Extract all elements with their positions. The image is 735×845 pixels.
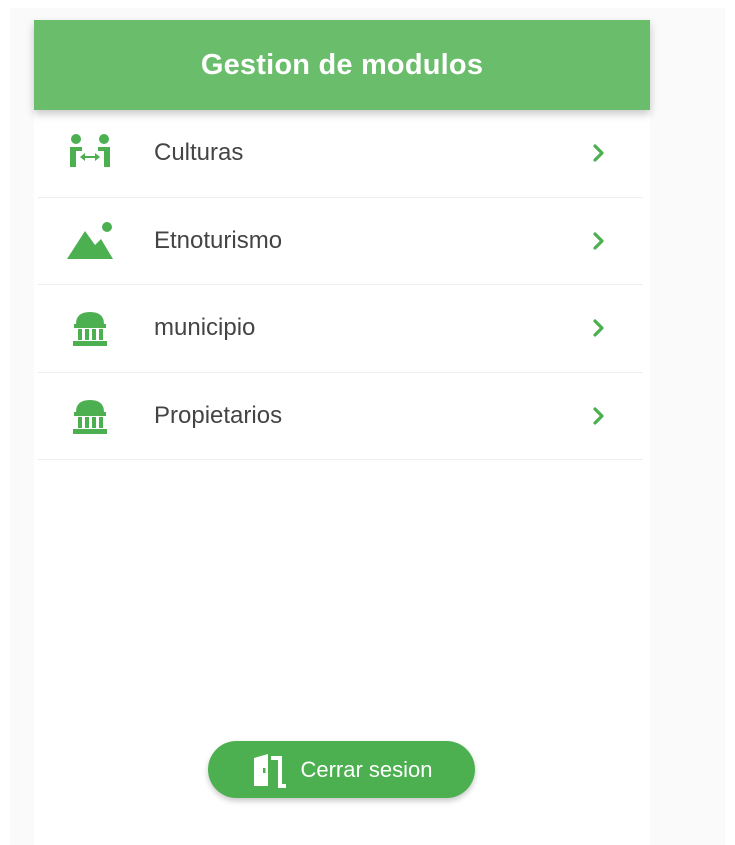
logout-button[interactable]: Cerrar sesion [208, 741, 475, 798]
app-header: Gestion de modulos [34, 20, 650, 110]
module-label: municipio [154, 314, 256, 342]
module-list: Culturas Etnoturismo municipio Propietar… [38, 110, 643, 460]
chevron-right-icon [591, 318, 607, 338]
module-item-etnoturismo[interactable]: Etnoturismo [38, 198, 643, 285]
module-item-culturas[interactable]: Culturas [38, 110, 643, 198]
module-item-propietarios[interactable]: Propietarios [38, 373, 643, 460]
chevron-right-icon [591, 406, 607, 426]
landscape-icon [64, 219, 116, 263]
page-title: Gestion de modulos [200, 48, 484, 81]
museum-icon [64, 306, 116, 350]
chevron-right-icon [591, 143, 607, 163]
door-exit-icon [250, 750, 290, 790]
module-label: Propietarios [154, 401, 283, 429]
module-item-municipio[interactable]: municipio [38, 285, 643, 373]
app-screen: Gestion de modulos Culturas Etnoturismo … [34, 20, 650, 845]
people-exchange-icon [64, 131, 116, 175]
museum-icon [64, 394, 116, 438]
module-label: Culturas [154, 139, 244, 167]
module-label: Etnoturismo [154, 226, 283, 254]
chevron-right-icon [591, 231, 607, 251]
logout-label: Cerrar sesion [300, 756, 433, 782]
